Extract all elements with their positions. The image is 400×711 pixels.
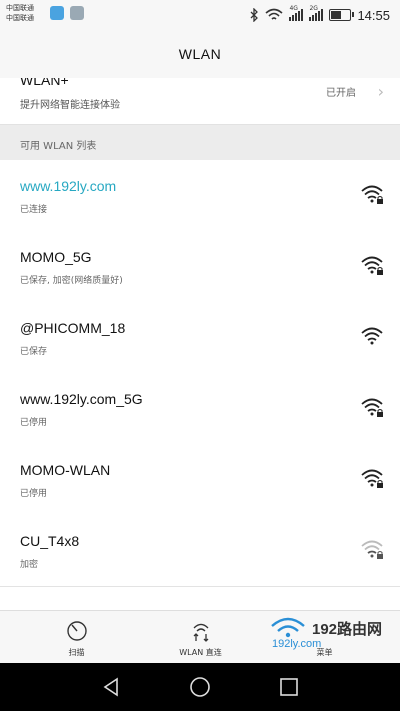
scan-button[interactable]: 扫描 [10,611,143,664]
battery-icon [329,9,355,21]
wlan-plus-row[interactable]: WLAN+ 提升网络智能连接体验 已开启 › [0,78,400,124]
system-nav-bar [0,663,400,711]
watermark-url: 192ly.com [272,638,322,650]
wlan-plus-subtitle: 提升网络智能连接体验 [20,100,120,111]
clock: 14:55 [357,7,390,23]
app-notification-icon [50,6,64,20]
signal-2g-icon: 2G [309,5,324,21]
bluetooth-icon [250,8,259,22]
network-status: 已连接 [20,205,48,215]
watermark-brand: 192路由网 [312,621,383,638]
network-ssid: www.192ly.com_5G [20,391,143,407]
watermark: 192路由网 192ly.com [266,616,396,656]
status-bar: 中国联通 中国联通 4G 2G 14:55 [0,0,400,32]
gallery-notification-icon [70,6,84,20]
wlan-direct-icon [193,623,208,642]
carrier-1: 中国联通 [6,4,34,12]
scan-icon [66,621,87,641]
network-ssid: CU_T4x8 [20,533,80,549]
chevron-right-icon: › [377,82,384,101]
network-ssid: @PHICOMM_18 [20,320,126,336]
scan-label: 扫描 [68,648,85,657]
wlan-direct-label: WLAN 直连 [179,648,222,657]
network-row[interactable]: CU_T4x8 加密 [0,515,400,587]
network-row[interactable]: MOMO-WLAN 已停用 [0,444,400,516]
signal-4g-icon: 4G [289,5,304,21]
network-row[interactable]: @PHICOMM_18 已保存 [0,302,400,374]
wifi-weak-locked-icon [361,540,383,559]
wifi-locked-icon [361,185,383,204]
section-label: 可用 WLAN 列表 [20,141,97,152]
network-row[interactable]: MOMO_5G 已保存, 加密(网络质量好) [0,231,400,303]
carrier-2: 中国联通 [6,14,34,22]
status-icons: 4G 2G 14:55 [249,5,390,24]
watermark-wifi-logo [271,617,305,638]
wlan-plus-name: WLAN+ [20,78,69,88]
network-ssid: www.192ly.com [20,178,117,194]
network-status: 加密 [20,560,39,570]
network-status: 已保存 [20,347,48,357]
wlan-plus-value: 已开启 [326,88,356,99]
page-title: WLAN [178,46,222,62]
wlan-direct-button[interactable]: WLAN 直连 [134,611,267,664]
network-status: 已停用 [20,489,48,499]
home-icon[interactable] [188,675,212,699]
network-row[interactable]: www.192ly.com 已连接 [0,160,400,232]
title-bar: WLAN [0,32,400,78]
network-row[interactable]: www.192ly.com_5G 已停用 [0,373,400,445]
net-1-label: 4G [289,5,298,12]
net-2-label: 2G [309,5,318,12]
network-status: 已停用 [20,418,48,428]
back-icon[interactable] [99,675,123,699]
carrier-info: 中国联通 中国联通 [6,3,34,23]
network-ssid: MOMO-WLAN [20,462,111,478]
network-status: 已保存, 加密(网络质量好) [20,276,123,286]
available-networks-header: 可用 WLAN 列表 [0,124,400,161]
recents-icon[interactable] [277,675,301,699]
wifi-status-icon [265,8,283,20]
wifi-locked-icon [361,256,383,275]
wifi-icon [361,327,383,345]
network-ssid: MOMO_5G [20,249,92,265]
wifi-locked-icon [361,469,383,488]
wifi-locked-icon [361,398,383,417]
